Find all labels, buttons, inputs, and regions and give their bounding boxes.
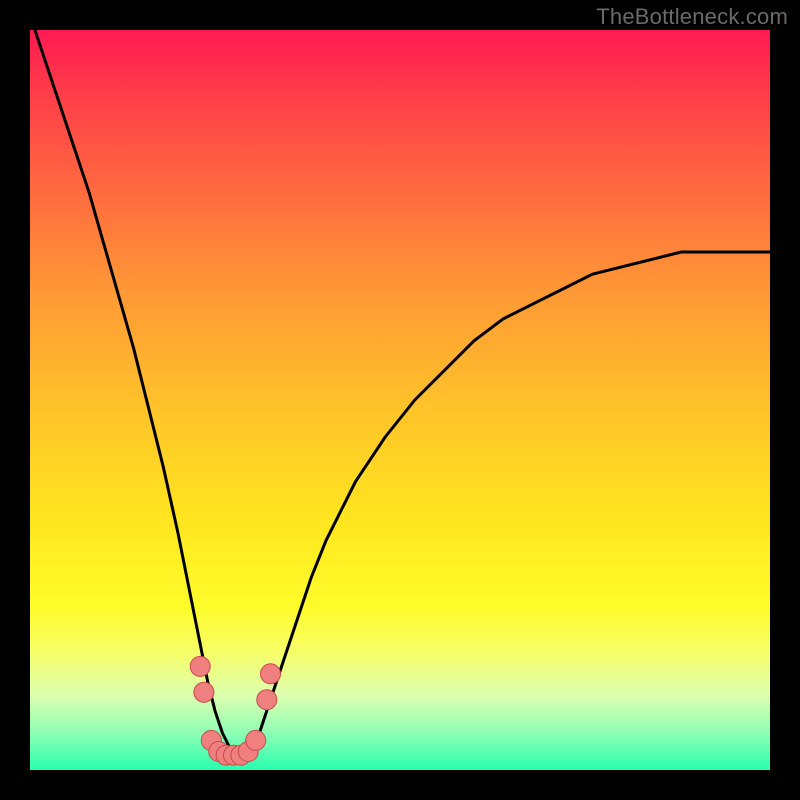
watermark-text: TheBottleneck.com — [596, 4, 788, 30]
chart-svg — [30, 30, 770, 770]
curve-marker — [261, 664, 281, 684]
page-frame: TheBottleneck.com — [0, 0, 800, 800]
curve-marker — [246, 730, 266, 750]
curve-marker — [194, 682, 214, 702]
curve-marker — [257, 690, 277, 710]
plot-area — [30, 30, 770, 770]
bottleneck-curve — [30, 15, 770, 755]
curve-marker — [190, 656, 210, 676]
